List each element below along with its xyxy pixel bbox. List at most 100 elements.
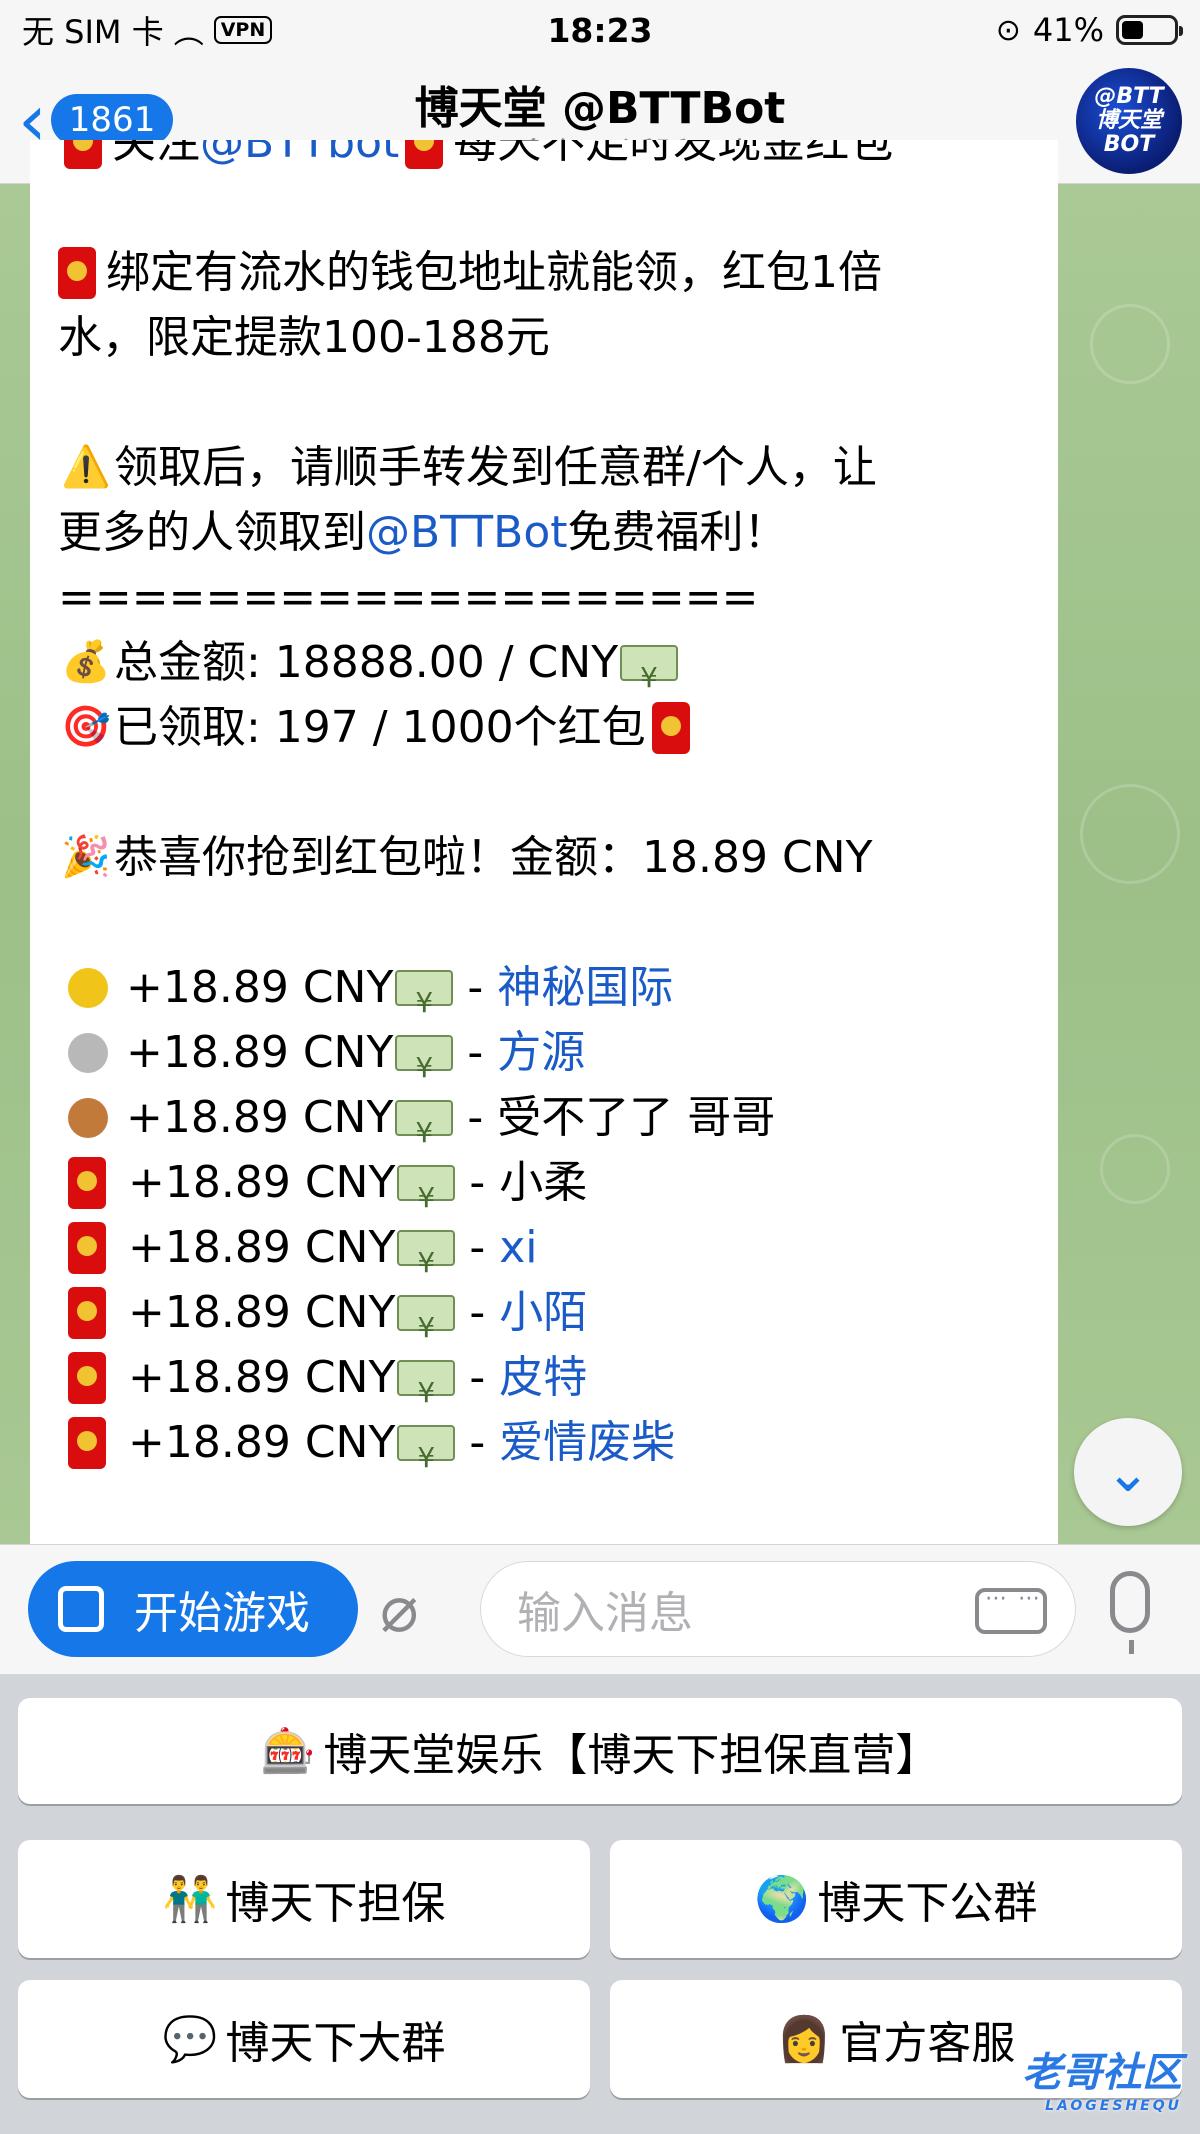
winner-amount: +18.89 CNY	[126, 962, 394, 1013]
keyboard-button-label: 博天下公群	[817, 1878, 1038, 1929]
red-envelope-icon	[651, 701, 690, 754]
winner-name[interactable]: 皮特	[499, 1345, 587, 1410]
message-bubble[interactable]: 关注 @BTTbot 每天不定时发现金红包 绑定有流水的钱包地址就能领，红包1倍…	[30, 140, 1058, 1544]
carrier-label: 无 SIM 卡	[22, 13, 164, 51]
speech-bubble-icon: 💬	[162, 2014, 218, 2065]
winner-amount: +18.89 CNY	[126, 1092, 394, 1143]
warning-icon: ⚠️	[61, 444, 111, 490]
keyboard-button-label: 官方客服	[839, 2018, 1016, 2069]
bot-mention-link[interactable]: @BTTBot	[366, 500, 568, 565]
winner-amount: +18.89 CNY	[126, 1027, 394, 1078]
banknote-icon	[397, 1229, 456, 1295]
winner-name[interactable]: 神秘国际	[497, 955, 673, 1020]
watermark-text: 老哥社区	[1022, 2050, 1182, 2096]
status-bar: 无 SIM 卡 ︵ VPN 18:23 ⊙ 41%	[0, 0, 1200, 60]
wallpaper-doodle	[1090, 304, 1170, 384]
text-segment: 更多的人领取到	[58, 507, 366, 558]
start-game-label: 开始游戏	[134, 1588, 310, 1639]
red-envelope-icon	[64, 140, 102, 169]
winner-row: +18.89 CNY - 受不了了 哥哥	[58, 1085, 1048, 1165]
separator: -	[453, 962, 498, 1013]
winner-row: +18.89 CNY - 方源	[58, 1020, 1048, 1100]
banknote-icon	[395, 1034, 454, 1100]
message-line: 绑定有流水的钱包地址就能领，红包1倍	[58, 240, 1048, 305]
message-line: 🎉 恭喜你抢到红包啦！金额：18.89 CNY	[58, 825, 1048, 890]
status-left: 无 SIM 卡 ︵ VPN	[22, 7, 422, 53]
wifi-icon: ︵	[173, 16, 204, 51]
banknote-icon	[620, 644, 679, 710]
keyboard-button-casino[interactable]: 🎰 博天堂娱乐【博天下担保直营】	[18, 1698, 1182, 1804]
winner-amount: +18.89 CNY	[128, 1287, 396, 1338]
keyboard-button-public-group[interactable]: 🌍 博天下公群	[610, 1840, 1182, 1958]
globe-icon: 🌍	[754, 1874, 810, 1925]
message-input[interactable]: 输入消息	[480, 1561, 1076, 1657]
separator: -	[453, 1092, 498, 1143]
separator: -	[455, 1157, 500, 1208]
separator: -	[455, 1222, 500, 1273]
keyboard-button-label: 博天下大群	[225, 2018, 446, 2069]
bronze-medal-icon	[68, 1097, 108, 1138]
banknote-icon	[395, 969, 454, 1035]
battery-icon	[1116, 15, 1183, 45]
chat-title[interactable]: 博天堂 @BTTBot	[0, 72, 1200, 136]
two-men-icon: 👬	[162, 1874, 218, 1925]
bot-mention-link[interactable]: @BTTbot	[200, 140, 399, 175]
message-line: ⚠️ 领取后，请顺手转发到任意群/个人，让	[58, 435, 1048, 500]
gold-medal-icon	[68, 967, 108, 1008]
message-line: 💰 总金额: 18888.00 / CNY	[58, 630, 1048, 710]
battery-level	[1122, 21, 1143, 39]
divider-line: ===================	[58, 572, 759, 623]
wallpaper-doodle	[1100, 1134, 1170, 1204]
keyboard-button-label: 博天堂娱乐【博天下担保直营】	[323, 1730, 940, 1781]
banknote-icon	[395, 1099, 454, 1165]
red-envelope-icon	[405, 140, 444, 169]
watermark-subtext: LAOGESHEQU	[1045, 2098, 1182, 2114]
separator: -	[455, 1287, 500, 1338]
congrats-text: 恭喜你抢到红包啦！金额：18.89 CNY	[114, 832, 873, 883]
keyboard-button-big-group[interactable]: 💬 博天下大群	[18, 1980, 590, 2098]
keyboard-button-guarantee[interactable]: 👬 博天下担保	[18, 1840, 590, 1958]
winner-name[interactable]: 爱情废柴	[499, 1410, 675, 1475]
avatar-text: @BTT 博天堂 BOT	[1094, 84, 1164, 157]
text-segment: 领取后，请顺手转发到任意群/个人，让	[114, 442, 877, 493]
separator: -	[453, 1027, 498, 1078]
message-line: 🎯 已领取: 197 / 1000个红包	[58, 695, 1048, 760]
vpn-badge: VPN	[213, 16, 273, 44]
message-input-placeholder: 输入消息	[517, 1588, 693, 1639]
red-envelope-icon	[58, 246, 96, 299]
winner-name[interactable]: xi	[499, 1215, 537, 1280]
winner-name[interactable]: 小陌	[499, 1280, 587, 1345]
message-line: 水，限定提款100-188元	[58, 305, 1048, 370]
message-line: 关注 @BTTbot 每天不定时发现金红包	[58, 140, 1048, 175]
claimed-count: 已领取: 197 / 1000个红包	[114, 702, 646, 753]
rotation-lock-icon: ⊙	[995, 12, 1021, 48]
scroll-down-button[interactable]: ⌄	[1074, 1418, 1182, 1526]
message-line: 更多的人领取到 @BTTBot 免费福利！	[58, 500, 1048, 565]
silver-medal-icon	[68, 1032, 108, 1073]
winners-list: +18.89 CNY - 神秘国际+18.89 CNY - 方源+18.89 C…	[58, 955, 1048, 1490]
status-right: ⊙ 41%	[778, 11, 1183, 49]
start-game-button[interactable]: 开始游戏	[28, 1561, 358, 1657]
party-popper-icon: 🎉	[61, 834, 111, 880]
input-bar: 开始游戏 ⌀ 输入消息	[0, 1544, 1200, 1674]
winner-row: +18.89 CNY - 小柔	[58, 1150, 1048, 1230]
red-envelope-icon	[68, 1156, 106, 1209]
banknote-icon	[397, 1164, 456, 1230]
winner-amount: +18.89 CNY	[128, 1352, 396, 1403]
winner-name: 小柔	[499, 1157, 588, 1208]
winner-amount: +18.89 CNY	[128, 1222, 396, 1273]
game-icon	[58, 1586, 104, 1632]
microphone-icon[interactable]	[1110, 1571, 1150, 1654]
winner-amount: +18.89 CNY	[128, 1417, 396, 1468]
winner-name[interactable]: 方源	[497, 1020, 585, 1085]
wallpaper-doodle	[1080, 784, 1180, 884]
text-segment: 水，限定提款100-188元	[58, 312, 550, 363]
battery-percent: 41%	[1032, 11, 1104, 49]
paperclip-icon[interactable]: ⌀	[380, 1573, 419, 1647]
winner-row: +18.89 CNY - xi	[58, 1215, 1048, 1295]
red-envelope-icon	[68, 1221, 106, 1274]
bot-avatar[interactable]: @BTT 博天堂 BOT	[1076, 68, 1182, 174]
text-segment: 绑定有流水的钱包地址就能领，红包1倍	[106, 247, 882, 298]
banknote-icon	[397, 1294, 456, 1360]
keyboard-icon[interactable]	[975, 1586, 1047, 1634]
